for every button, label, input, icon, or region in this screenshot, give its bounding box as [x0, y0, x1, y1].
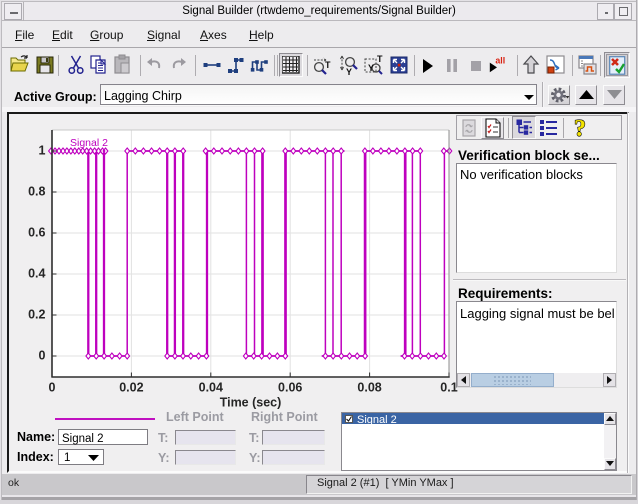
svg-text:Y: Y	[346, 67, 352, 77]
svg-text:0.06: 0.06	[278, 381, 302, 395]
svg-text:0.04: 0.04	[199, 381, 223, 395]
svg-text:0.6: 0.6	[28, 226, 45, 240]
svg-text:0: 0	[49, 381, 56, 395]
svg-text:0: 0	[39, 349, 46, 363]
svg-text:0.8: 0.8	[28, 185, 45, 199]
svg-text:?: ?	[574, 116, 586, 140]
svg-text:0.2: 0.2	[28, 308, 45, 322]
svg-text:Signal 2: Signal 2	[70, 137, 108, 149]
svg-text:T: T	[377, 54, 383, 64]
svg-text:Time (sec): Time (sec)	[220, 396, 282, 410]
svg-text:0.08: 0.08	[357, 381, 381, 395]
svg-text:0.4: 0.4	[28, 267, 45, 281]
svg-text:T: T	[325, 60, 331, 70]
svg-text:1: 1	[39, 144, 46, 158]
svg-text:all: all	[495, 55, 505, 65]
svg-text:0.02: 0.02	[119, 381, 143, 395]
svg-text:Y: Y	[368, 63, 374, 73]
